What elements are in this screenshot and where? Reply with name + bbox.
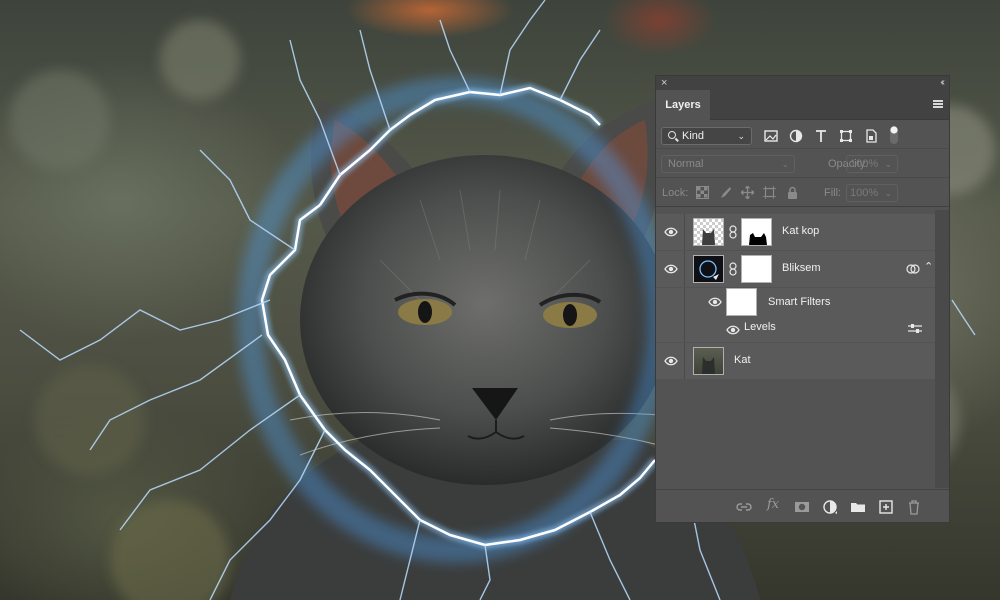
layer-row-kat-kop[interactable]: Kat kop [656, 214, 935, 250]
smart-filters-label: Smart Filters [768, 296, 831, 308]
pixel-filter-icon[interactable] [764, 129, 778, 143]
lock-row: Lock: Fill: 100% ⌄ [656, 178, 949, 207]
filter-row-levels[interactable]: Levels [656, 316, 935, 342]
blend-row: Normal ⌄ Opacity: 100% ⌄ [656, 149, 949, 178]
filter-kind-label: Kind [682, 130, 705, 142]
fill-value: 100% [850, 187, 879, 199]
filter-kind-select[interactable]: Kind ⌄ [661, 127, 752, 145]
fx-icon[interactable]: fx [767, 497, 783, 513]
layer-filter-row: Kind ⌄ [656, 120, 949, 149]
layers-scrollbar[interactable] [935, 210, 949, 488]
chevron-down-icon: ⌄ [781, 159, 789, 169]
delete-layer-icon[interactable] [906, 499, 922, 515]
opacity-field[interactable]: 100% ⌄ [846, 155, 898, 173]
smart-filters-row[interactable]: Smart Filters [656, 288, 935, 316]
chevron-down-icon: ⌄ [737, 131, 745, 141]
layer-name[interactable]: Bliksem [782, 262, 821, 274]
add-mask-icon[interactable] [794, 499, 810, 515]
layer-name[interactable]: Kat kop [782, 225, 819, 237]
layer-thumbnail[interactable] [693, 347, 724, 375]
chevron-down-icon: ⌄ [884, 159, 892, 169]
lock-position-icon[interactable] [741, 186, 754, 199]
panel-menu-icon[interactable] [933, 100, 943, 108]
new-group-icon[interactable] [850, 499, 866, 515]
lock-label: Lock: [662, 187, 689, 199]
chevron-down-icon: ⌄ [884, 188, 892, 198]
lock-all-icon[interactable] [786, 186, 799, 199]
new-adjustment-icon[interactable] [822, 499, 838, 515]
eye-divider [684, 288, 685, 316]
tab-layers[interactable]: Layers [656, 90, 710, 120]
chain-link-icon[interactable] [729, 225, 737, 239]
filter-toggle-icon[interactable] [887, 125, 901, 145]
filter-blending-options-icon[interactable] [908, 323, 922, 335]
layers-panel: × ‹‹ Layers Kind ⌄ Normal ⌄ Opacity: 100… [655, 75, 950, 523]
panel-footer: fx [656, 489, 949, 522]
blend-mode-value: Normal [668, 158, 704, 170]
opacity-value: 100% [850, 158, 879, 170]
search-icon [668, 131, 676, 139]
close-panel-icon[interactable]: × [661, 76, 667, 90]
visibility-eye-icon[interactable] [664, 262, 678, 276]
fill-label: Fill: [824, 187, 842, 199]
layer-thumbnail[interactable] [693, 255, 724, 283]
new-layer-icon[interactable] [878, 499, 894, 515]
layer-row-kat[interactable]: Kat [656, 343, 935, 379]
panel-tab-bar: Layers [656, 90, 949, 120]
smart-object-filter-icon[interactable] [864, 129, 878, 143]
smart-filter-mask-thumbnail[interactable] [726, 288, 757, 316]
visibility-eye-icon[interactable] [708, 295, 722, 309]
lock-artboard-icon[interactable] [763, 186, 776, 199]
layer-thumbnail[interactable] [693, 218, 724, 246]
panel-title-bar: × ‹‹ [656, 76, 949, 90]
blend-mode-select[interactable]: Normal ⌄ [661, 155, 795, 173]
filter-name: Levels [744, 321, 776, 333]
smart-filter-badge-icon[interactable] [906, 262, 920, 276]
type-filter-icon[interactable] [814, 129, 828, 143]
visibility-eye-icon[interactable] [664, 225, 678, 239]
lock-pixels-icon[interactable] [719, 186, 732, 199]
visibility-eye-icon[interactable] [726, 323, 740, 337]
layer-mask-thumbnail[interactable] [741, 255, 772, 283]
lock-transparency-icon[interactable] [696, 186, 709, 199]
adjustment-filter-icon[interactable] [789, 129, 803, 143]
fill-field[interactable]: 100% ⌄ [846, 184, 898, 202]
eye-divider [684, 316, 685, 342]
visibility-eye-icon[interactable] [664, 354, 678, 368]
layer-mask-thumbnail[interactable] [741, 218, 772, 246]
eye-divider [684, 343, 685, 379]
shape-filter-icon[interactable] [839, 129, 853, 143]
layer-row-bliksem[interactable]: Bliksem ⌃ [656, 251, 935, 287]
layers-list: Kat kop Bliksem ⌃ Smart Filters Levels K… [656, 210, 935, 488]
eye-divider [684, 251, 685, 287]
eye-divider [684, 214, 685, 250]
link-layers-icon[interactable] [736, 499, 752, 515]
layer-name[interactable]: Kat [734, 354, 751, 366]
collapse-filters-icon[interactable]: ⌃ [924, 260, 933, 273]
collapse-panel-icon[interactable]: ‹‹ [940, 76, 944, 89]
chain-link-icon[interactable] [729, 262, 737, 276]
